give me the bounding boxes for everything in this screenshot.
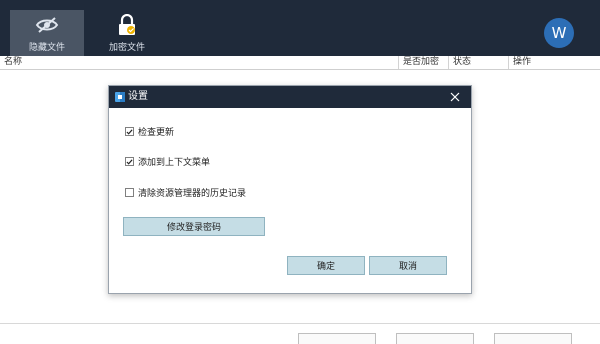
column-header-status[interactable]: 状态: [448, 56, 508, 69]
close-icon[interactable]: [449, 90, 461, 104]
clear-history-option[interactable]: 清除资源管理器的历史记录: [125, 186, 246, 199]
change-password-button[interactable]: 修改登录密码: [123, 217, 265, 236]
footer-button[interactable]: [298, 333, 376, 344]
check-updates-option[interactable]: 检查更新: [125, 125, 174, 138]
column-header-name[interactable]: 名称: [0, 56, 398, 69]
eye-slash-icon: [35, 12, 59, 38]
context-menu-label: 添加到上下文菜单: [138, 158, 211, 168]
file-table-header: 名称 是否加密 状态 操作: [0, 56, 600, 70]
hide-files-label: 隐藏文件: [28, 43, 65, 53]
clear-history-checkbox[interactable]: [125, 188, 134, 197]
settings-dialog: 设置 检查更新 添加到上下文菜单 清除资源管理器的历史记录 修改登录密码 确定 …: [108, 85, 472, 294]
encrypt-files-button[interactable]: 加密文件: [90, 10, 164, 56]
context-menu-option[interactable]: 添加到上下文菜单: [125, 155, 210, 168]
lock-icon: [117, 12, 137, 38]
footer-button[interactable]: [494, 333, 572, 344]
check-updates-checkbox[interactable]: [125, 127, 134, 136]
dialog-title-bar[interactable]: 设置: [109, 86, 471, 108]
encrypt-files-label: 加密文件: [108, 43, 145, 53]
footer-button[interactable]: [396, 333, 474, 344]
top-toolbar: 隐藏文件 加密文件 W: [0, 0, 600, 56]
hide-files-button[interactable]: 隐藏文件: [10, 10, 84, 56]
dialog-title: 设置: [128, 91, 148, 102]
footer-divider: [0, 323, 600, 324]
clear-history-label: 清除资源管理器的历史记录: [138, 189, 247, 199]
check-updates-label: 检查更新: [138, 128, 175, 138]
cancel-button[interactable]: 取消: [369, 256, 447, 275]
avatar[interactable]: W: [544, 18, 574, 48]
context-menu-checkbox[interactable]: [125, 157, 134, 166]
ok-button[interactable]: 确定: [287, 256, 365, 275]
column-header-actions[interactable]: 操作: [508, 56, 600, 69]
column-header-encrypted[interactable]: 是否加密: [398, 56, 448, 69]
app-icon: [115, 91, 125, 103]
